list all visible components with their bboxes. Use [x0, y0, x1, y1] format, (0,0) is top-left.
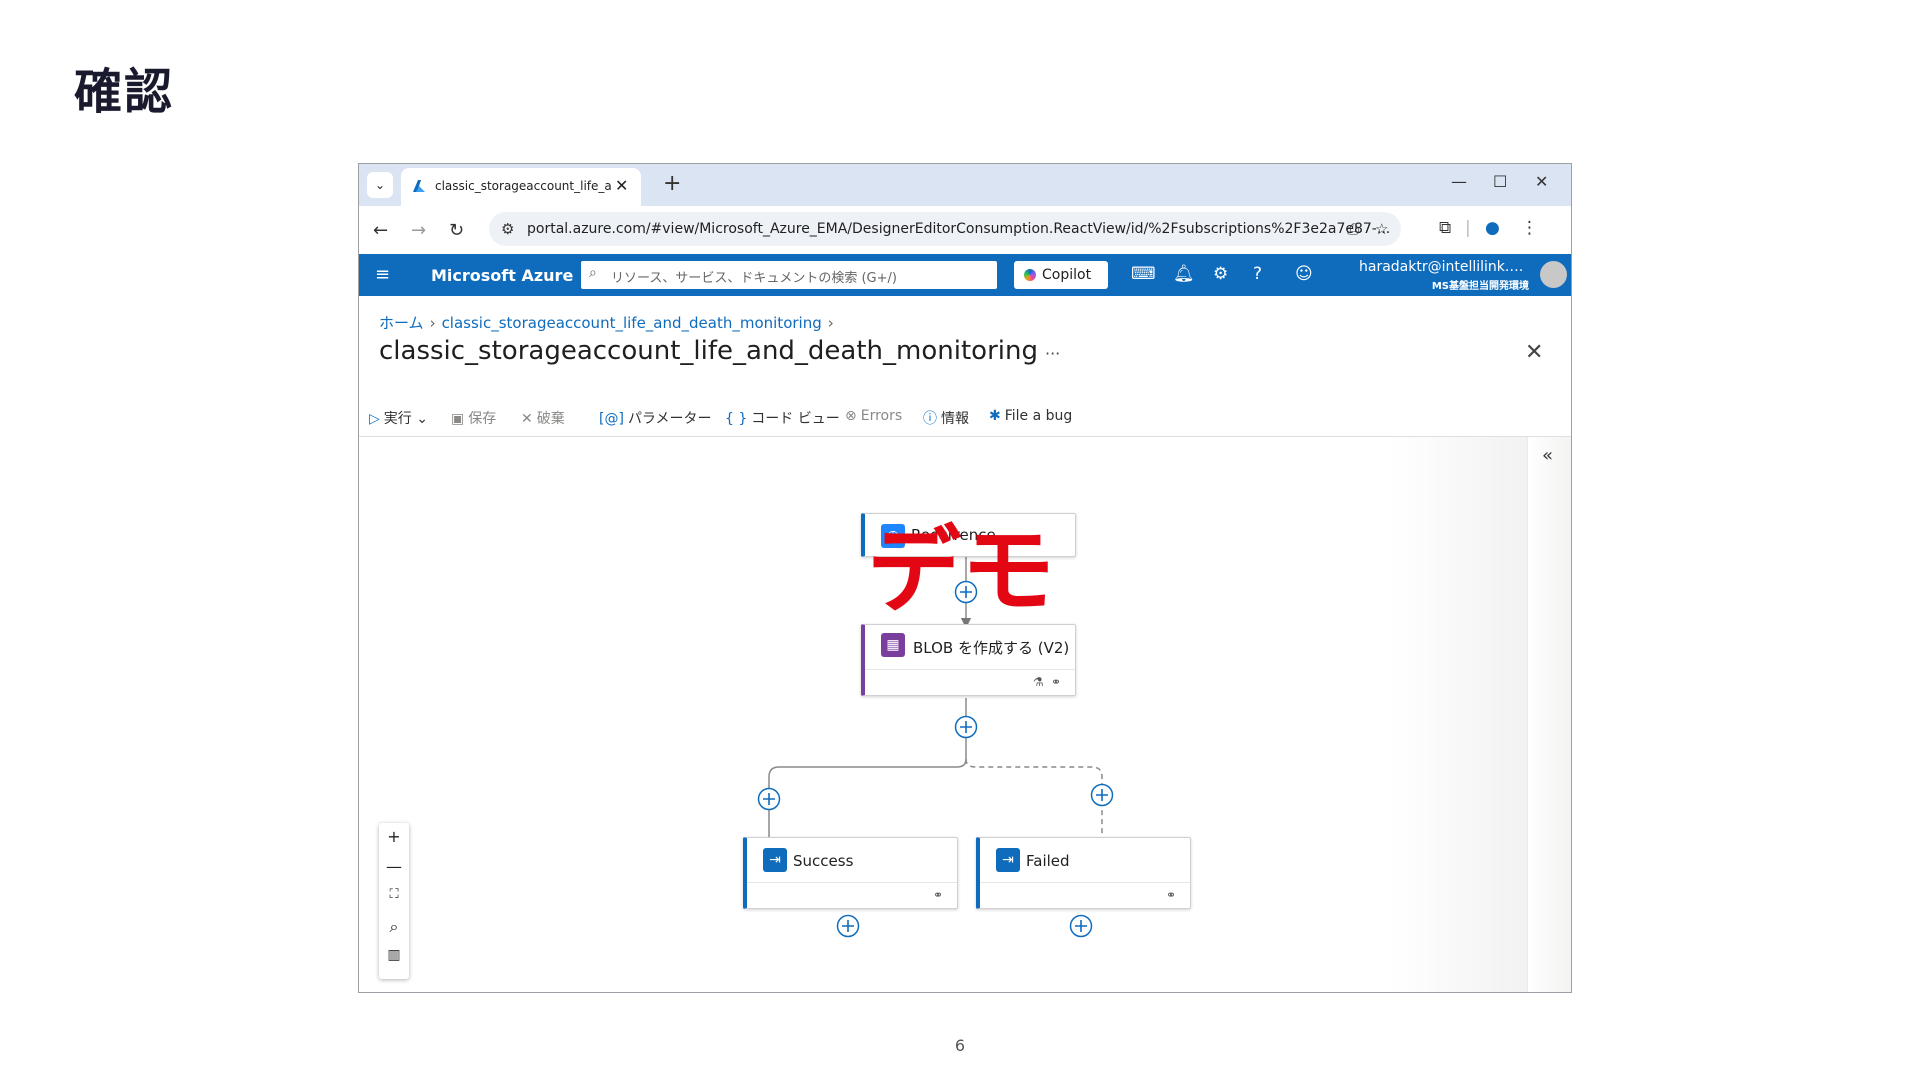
browser-window: ⌄ classic_storageaccount_life_and_death_… — [358, 163, 1572, 993]
toolbar-divider: | — [1465, 218, 1471, 238]
page-number: 6 — [954, 1036, 966, 1055]
user-tenant: MS基盤担当開発環境 — [1431, 281, 1529, 292]
user-name[interactable]: haradaktr@intellilink.… — [1359, 259, 1523, 275]
minimize-icon[interactable]: — — [1451, 172, 1467, 191]
tab-strip: ⌄ classic_storageaccount_life_and_death_… — [359, 164, 1571, 206]
search-placeholder: リソース、サービス、ドキュメントの検索 (G+/) — [611, 271, 897, 286]
copilot-label: Copilot — [1042, 267, 1092, 283]
azure-brand[interactable]: Microsoft Azure — [431, 266, 573, 285]
save-button[interactable]: ▣ 保存 — [451, 408, 496, 428]
scope-card-success[interactable]: ⇥ Success ⚭ — [743, 837, 958, 909]
test-flask-icon: ⚗ — [1033, 675, 1044, 689]
azure-header: ≡ Microsoft Azure ⌕ リソース、サービス、ドキュメントの検索 … — [359, 254, 1571, 296]
zoom-in-icon[interactable]: + — [379, 827, 409, 846]
side-panel: « — [1527, 437, 1571, 992]
link-icon: ⚭ — [1166, 888, 1177, 902]
parameters-icon: [@] — [599, 411, 624, 427]
new-tab-button[interactable]: + — [663, 171, 681, 196]
page-title: classic_storageaccount_life_and_death_mo… — [379, 336, 1038, 366]
demo-stamp: デモ — [867, 517, 1056, 626]
bug-icon: ✱ — [989, 408, 1001, 424]
scope-icon: ⇥ — [996, 848, 1020, 872]
canvas-zoom-controls: + — ⛶ ⌕ ▥ — [379, 823, 409, 979]
success-label: Success — [793, 852, 854, 870]
reload-icon[interactable]: ↻ — [449, 220, 464, 241]
scope-icon: ⇥ — [763, 848, 787, 872]
code-view-button[interactable]: { } コード ビュー — [725, 408, 840, 428]
connector-success-branch — [763, 758, 967, 851]
file-bug-button[interactable]: ✱ File a bug — [989, 408, 1072, 424]
info-button[interactable]: ⓘ 情報 — [923, 408, 969, 428]
scope-card-failed[interactable]: ⇥ Failed ⚭ — [976, 837, 1191, 909]
connector-failed-branch — [965, 758, 1108, 851]
window-close-icon[interactable]: ✕ — [1535, 172, 1548, 191]
address-bar[interactable]: ⚙ portal.azure.com/#view/Microsoft_Azure… — [489, 212, 1401, 246]
hamburger-menu-icon[interactable]: ≡ — [375, 264, 390, 285]
info-icon: ⓘ — [923, 411, 937, 427]
card-divider — [865, 669, 1075, 670]
card-divider — [980, 882, 1190, 883]
help-icon[interactable]: ? — [1253, 264, 1262, 284]
errors-button[interactable]: ⊗ Errors — [845, 408, 902, 424]
cloud-shell-icon[interactable]: ⌨ — [1131, 264, 1156, 284]
search-icon: ⌕ — [589, 265, 597, 281]
chevron-down-icon: ⌄ — [416, 411, 428, 427]
back-arrow-icon[interactable]: ← — [373, 220, 388, 241]
parameters-button[interactable]: [@] パラメーター — [599, 408, 712, 428]
save-icon: ▣ — [451, 411, 465, 427]
install-app-icon[interactable]: ⎙ — [1347, 220, 1359, 238]
browser-menu-icon[interactable]: ⋮ — [1521, 218, 1538, 238]
run-button[interactable]: ▷ 実行 ⌄ — [369, 408, 428, 428]
card-divider — [747, 882, 957, 883]
error-icon: ⊗ — [845, 408, 857, 424]
discard-button[interactable]: ✕ 破棄 — [521, 408, 565, 428]
close-blade-icon[interactable]: ✕ — [1525, 340, 1543, 365]
discard-icon: ✕ — [521, 411, 533, 427]
browser-toolbar: ← → ↻ ⚙ portal.azure.com/#view/Microsoft… — [359, 206, 1571, 254]
feedback-icon[interactable]: ☺ — [1295, 264, 1313, 284]
profile-icon[interactable]: ● — [1485, 218, 1500, 238]
bookmark-star-icon[interactable]: ☆ — [1375, 220, 1388, 238]
extensions-icon[interactable]: ⧉ — [1439, 218, 1451, 238]
breadcrumb-separator: › — [429, 314, 436, 332]
tab-title: classic_storageaccount_life_and_death_mo… — [435, 179, 611, 193]
breadcrumb-resource[interactable]: classic_storageaccount_life_and_death_mo… — [442, 314, 822, 332]
code-braces-icon: { } — [725, 411, 748, 427]
failed-label: Failed — [1026, 852, 1070, 870]
designer-canvas[interactable]: ◷ Recurrence ▦ BLOB を作成する (V2) ⚗ ⚭ ⇥ Suc… — [359, 436, 1571, 992]
tab-close-icon[interactable]: ✕ — [615, 176, 628, 195]
link-icon: ⚭ — [933, 888, 944, 902]
blob-storage-icon: ▦ — [881, 633, 905, 657]
copilot-icon — [1024, 269, 1036, 281]
global-search-input[interactable]: ⌕ リソース、サービス、ドキュメントの検索 (G+/) — [581, 261, 997, 289]
more-options-button[interactable]: ··· — [1045, 344, 1060, 363]
slide-title: 確認 — [74, 64, 175, 120]
zoom-search-icon[interactable]: ⌕ — [379, 917, 409, 937]
breadcrumb: ホーム › classic_storageaccount_life_and_deat… — [379, 312, 840, 333]
tab-search-button[interactable]: ⌄ — [367, 172, 393, 198]
avatar[interactable] — [1540, 261, 1567, 288]
copilot-button[interactable]: Copilot — [1014, 261, 1108, 289]
gear-icon[interactable]: ⚙ — [1213, 264, 1228, 284]
breadcrumb-separator: › — [827, 314, 834, 332]
site-info-icon[interactable]: ⚙ — [501, 220, 514, 238]
minimap-icon[interactable]: ▥ — [379, 947, 409, 963]
breadcrumb-home[interactable]: ホーム — [379, 314, 424, 332]
forward-arrow-icon[interactable]: → — [411, 220, 426, 241]
zoom-out-icon[interactable]: — — [379, 857, 409, 876]
link-icon: ⚭ — [1051, 675, 1062, 689]
action-card-create-blob[interactable]: ▦ BLOB を作成する (V2) ⚗ ⚭ — [861, 624, 1076, 696]
action-label: BLOB を作成する (V2) — [913, 639, 1070, 657]
collapse-chevrons-icon[interactable]: « — [1542, 445, 1553, 466]
url-text[interactable]: portal.azure.com/#view/Microsoft_Azure_E… — [527, 221, 1390, 237]
browser-tab[interactable]: classic_storageaccount_life_and_death_mo… — [401, 168, 641, 206]
bell-icon[interactable]: 🔔︎ — [1173, 264, 1195, 284]
fit-view-icon[interactable]: ⛶ — [379, 887, 409, 902]
maximize-icon[interactable]: ☐ — [1493, 172, 1507, 191]
play-icon: ▷ — [369, 411, 380, 427]
microsoft-azure-logo-icon — [413, 180, 425, 192]
